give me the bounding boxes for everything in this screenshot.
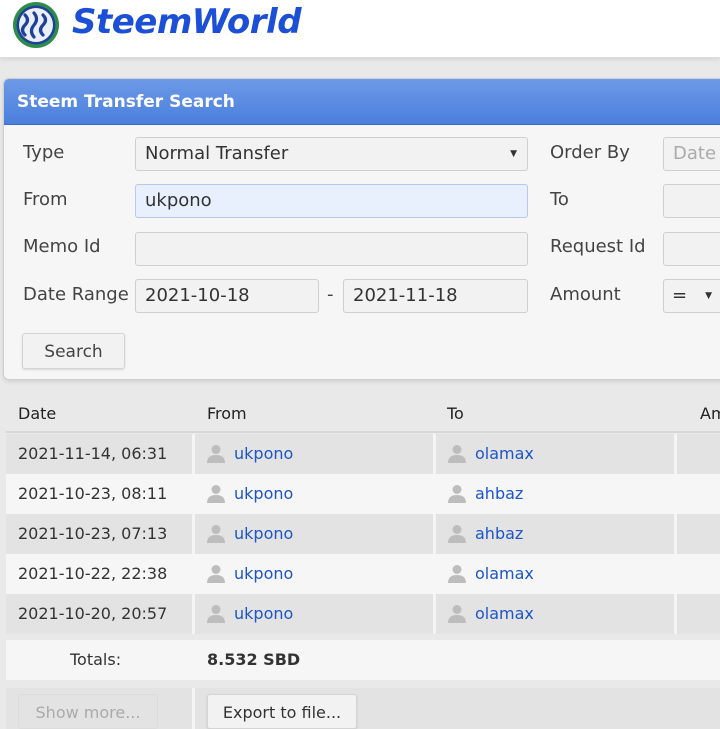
memo-id-input[interactable] <box>135 232 528 266</box>
table-row: 2021-10-23, 08:11 ukpono ahbaz <box>6 474 720 514</box>
to-user-link[interactable]: olamax <box>475 564 534 583</box>
request-id-label: Request Id <box>550 236 646 257</box>
table-footer: Show more... Export to file... <box>6 688 720 729</box>
row-to[interactable]: ahbaz <box>447 474 523 514</box>
user-icon <box>207 444 225 463</box>
to-label: To <box>550 189 569 210</box>
from-user-link[interactable]: ukpono <box>234 604 293 623</box>
from-user-link[interactable]: ukpono <box>234 444 293 463</box>
type-select-value: Normal Transfer <box>145 143 289 164</box>
export-button[interactable]: Export to file... <box>207 694 357 729</box>
user-icon <box>448 604 466 623</box>
column-header-from[interactable]: From <box>207 396 247 432</box>
column-header-to[interactable]: To <box>447 396 464 432</box>
user-icon <box>448 484 466 503</box>
row-date: 2021-10-23, 07:13 <box>18 524 168 543</box>
row-from[interactable]: ukpono <box>206 554 293 594</box>
row-from[interactable]: ukpono <box>206 434 293 474</box>
user-icon <box>207 564 225 583</box>
column-header-date[interactable]: Date <box>18 396 56 432</box>
row-to[interactable]: olamax <box>447 434 534 474</box>
row-from[interactable]: ukpono <box>206 514 293 554</box>
from-user-link[interactable]: ukpono <box>234 484 293 503</box>
search-button[interactable]: Search <box>22 333 125 369</box>
row-to[interactable]: olamax <box>447 554 534 594</box>
user-icon <box>207 484 225 503</box>
type-select[interactable]: Normal Transfer ▼ <box>135 137 528 171</box>
to-input[interactable] <box>663 184 720 218</box>
date-from-input[interactable]: 2021-10-18 <box>135 279 319 313</box>
user-icon <box>448 564 466 583</box>
brand-name[interactable]: SteemWorld <box>72 2 302 42</box>
row-date: 2021-11-14, 06:31 <box>18 444 168 463</box>
table-row: 2021-10-22, 22:38 ukpono olamax <box>6 554 720 594</box>
user-icon <box>207 604 225 623</box>
to-user-link[interactable]: olamax <box>475 444 534 463</box>
row-date: 2021-10-20, 20:57 <box>18 604 168 623</box>
totals-label: Totals: <box>70 650 122 669</box>
to-user-link[interactable]: olamax <box>475 604 534 623</box>
to-user-link[interactable]: ahbaz <box>475 484 523 503</box>
row-date: 2021-10-23, 08:11 <box>18 484 168 503</box>
row-to[interactable]: ahbaz <box>447 514 523 554</box>
request-id-input[interactable] <box>663 232 720 266</box>
show-more-button[interactable]: Show more... <box>18 694 158 729</box>
date-range-separator: - <box>327 284 334 305</box>
row-to[interactable]: olamax <box>447 594 534 634</box>
user-icon <box>448 444 466 463</box>
memo-id-label: Memo Id <box>23 236 101 257</box>
date-range-label: Date Range <box>23 284 129 305</box>
site-header: SteemWorld <box>0 0 720 58</box>
chevron-down-icon: ▼ <box>705 291 712 301</box>
totals-value: 8.532 SBD <box>207 650 301 669</box>
panel-title: Steem Transfer Search <box>4 79 720 125</box>
user-icon <box>448 524 466 543</box>
table-row: 2021-10-20, 20:57 ukpono olamax <box>6 594 720 634</box>
steem-logo-icon[interactable] <box>11 1 61 49</box>
user-icon <box>207 524 225 543</box>
amount-operator-value: = <box>672 285 688 306</box>
chevron-down-icon: ▼ <box>510 149 517 159</box>
from-input[interactable]: ukpono <box>135 184 528 218</box>
row-from[interactable]: ukpono <box>206 594 293 634</box>
table-row: 2021-10-23, 07:13 ukpono ahbaz <box>6 514 720 554</box>
amount-operator-select[interactable]: = ▼ <box>663 279 720 313</box>
amount-label: Amount <box>550 284 621 305</box>
row-from[interactable]: ukpono <box>206 474 293 514</box>
table-row: 2021-11-14, 06:31 ukpono olamax <box>6 434 720 474</box>
order-by-label: Order By <box>550 142 630 163</box>
from-label: From <box>23 189 68 210</box>
totals-row: Totals: 8.532 SBD <box>6 640 720 680</box>
order-by-select[interactable]: Date <box>663 137 720 171</box>
to-user-link[interactable]: ahbaz <box>475 524 523 543</box>
column-header-amount[interactable]: Am <box>700 396 720 432</box>
header-divider <box>6 431 720 433</box>
date-to-input[interactable]: 2021-11-18 <box>343 279 528 313</box>
from-user-link[interactable]: ukpono <box>234 524 293 543</box>
type-label: Type <box>23 142 65 163</box>
row-date: 2021-10-22, 22:38 <box>18 564 168 583</box>
from-user-link[interactable]: ukpono <box>234 564 293 583</box>
